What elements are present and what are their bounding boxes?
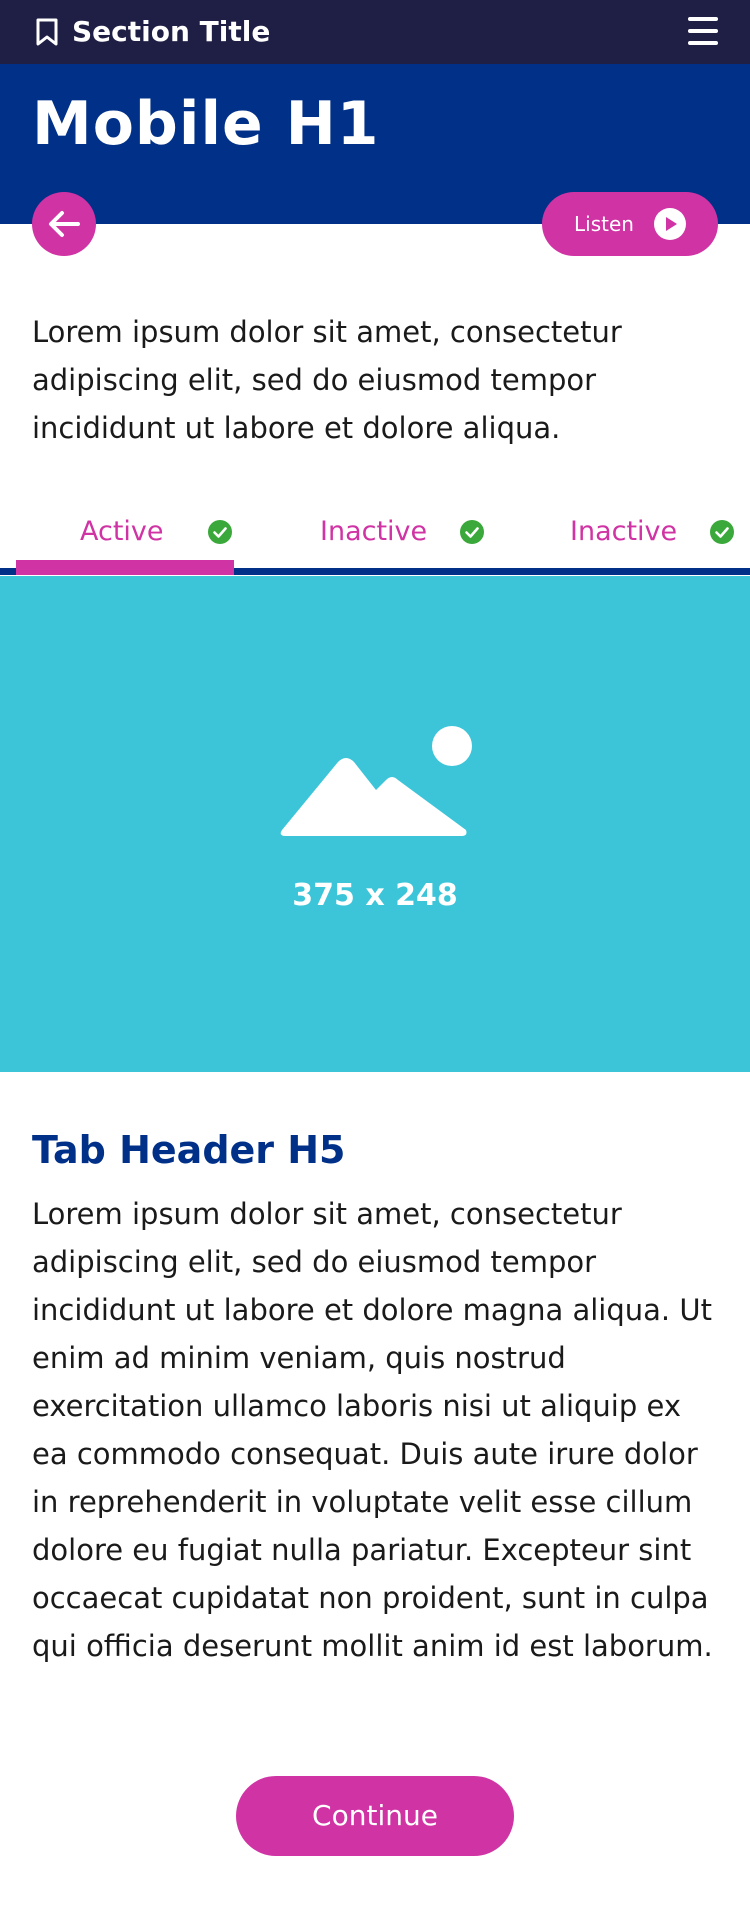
image-placeholder-icon [280,726,472,836]
play-icon [654,208,686,240]
tab-inactive-1[interactable]: Inactive [266,500,502,564]
tab-label: Inactive [570,516,678,547]
back-button[interactable] [32,192,96,256]
page-title: Mobile H1 [32,89,380,159]
intro-paragraph: Lorem ipsum dolor sit amet, consectetur … [32,315,622,445]
section-title: Section Title [72,15,271,48]
tab-active[interactable]: Active [16,500,234,564]
listen-label: Listen [574,212,634,236]
tab-label: Inactive [320,516,428,547]
check-circle-icon [460,520,484,544]
image-placeholder: 375 x 248 [0,576,750,1072]
hamburger-menu-icon[interactable] [688,17,718,47]
check-circle-icon [710,520,734,544]
listen-button[interactable]: Listen [542,192,718,256]
check-circle-icon [208,520,232,544]
top-bar: Section Title [0,0,750,64]
tab-header: Tab Header H5 [32,1128,346,1172]
tab-inactive-2[interactable]: Inactive [516,500,750,564]
arrow-left-icon [49,211,80,237]
image-dimensions-label: 375 x 248 [292,878,458,913]
active-tab-indicator [16,560,234,575]
tab-body-text: Lorem ipsum dolor sit amet, consectetur … [32,1197,713,1663]
tab-label: Active [80,516,164,547]
continue-button[interactable]: Continue [236,1776,514,1856]
bookmark-icon[interactable] [35,18,59,46]
